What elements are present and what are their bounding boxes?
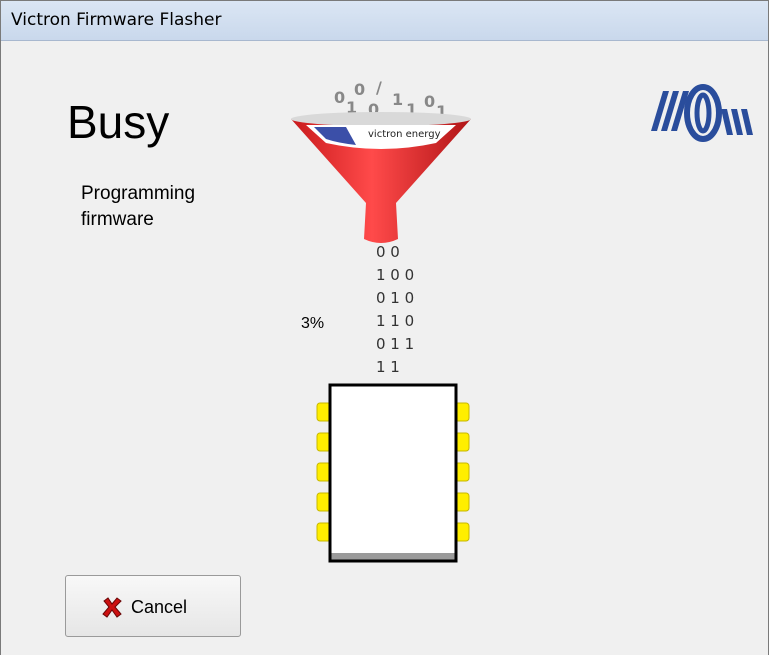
progress-percent-label: 3% [301,315,325,332]
status-description-line1: Programming [81,183,196,204]
bit-row: 0 1 0 [376,289,415,307]
data-stream: 0 0 1 0 0 0 1 0 1 1 0 0 1 1 1 1 [376,241,415,381]
funnel-brand-text: victron energy [368,129,441,140]
x-red-icon [102,597,122,618]
chip-icon [316,383,470,563]
bit-row: 1 1 0 [376,312,415,330]
victron-logo-icon [651,84,753,142]
bit-row: 0 0 [376,243,400,261]
bit-row: 1 1 [376,358,400,376]
cancel-button[interactable]: Cancel [65,575,241,637]
title-bar[interactable]: Victron Firmware Flasher [1,1,769,41]
cancel-button-label: Cancel [131,596,188,617]
svg-text:/: / [376,81,382,97]
bit-row: 0 1 1 [376,335,415,353]
window-title: Victron Firmware Flasher [11,10,222,30]
svg-text:0: 0 [354,81,365,99]
funnel-icon: 0 0 / 1 0 1 0 1 1 victron energy [291,81,471,243]
cancel-button-content: Cancel [101,596,187,618]
bit-row: 1 0 0 [376,266,415,284]
status-description-line2: firmware [81,209,154,230]
svg-text:0: 0 [334,88,345,107]
firmware-flasher-window: Victron Firmware Flasher Busy Programmin… [0,0,769,655]
svg-text:0: 0 [424,92,435,111]
status-description: Programming firmware [81,181,195,233]
status-heading: Busy [67,96,170,148]
svg-text:1: 1 [392,90,403,109]
